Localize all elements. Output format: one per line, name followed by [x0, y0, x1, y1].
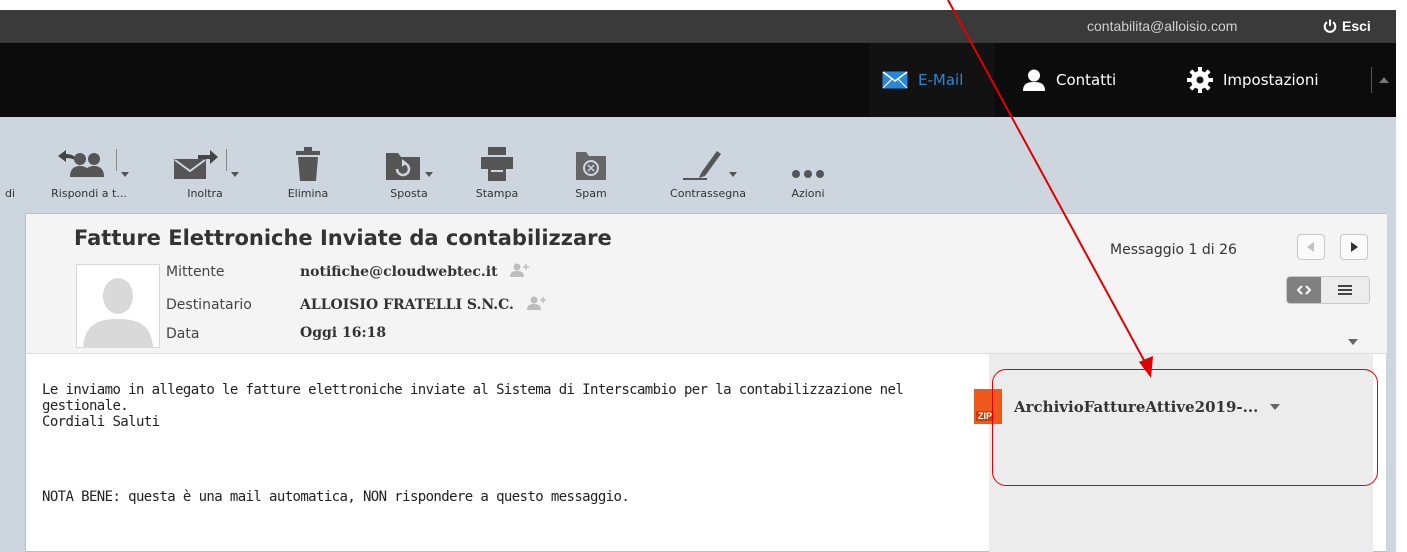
power-icon [1323, 19, 1337, 33]
reply-button-partial[interactable]: di [0, 135, 26, 205]
code-icon [1297, 285, 1311, 295]
spam-button[interactable]: Spam [560, 135, 622, 205]
expand-header-button[interactable] [1348, 339, 1358, 345]
chevron-up-icon [1379, 77, 1389, 83]
recipient-label: Destinatario [166, 297, 252, 313]
message-header: Fatture Elettroniche Inviate da contabil… [26, 214, 1387, 354]
chevron-right-icon [1351, 242, 1358, 252]
print-button[interactable]: Stampa [460, 135, 534, 205]
reply-all-button[interactable]: Rispondi a t... [30, 135, 148, 205]
forward-button[interactable]: Inoltra [158, 135, 252, 205]
tab-contacts-label: Contatti [1056, 71, 1117, 89]
flag-label: Contrassegna [670, 187, 746, 200]
forward-label: Inoltra [187, 187, 223, 200]
account-bar: contabilita@alloisio.com Esci [0, 10, 1396, 43]
move-button[interactable]: Sposta [370, 135, 448, 205]
gear-icon [1187, 67, 1213, 93]
chevron-left-icon [1307, 242, 1314, 252]
text-view-button[interactable] [1321, 277, 1369, 303]
spam-folder-icon [576, 152, 606, 180]
flag-button[interactable]: Contrassegna [650, 135, 766, 205]
tab-settings-label: Impostazioni [1223, 71, 1319, 89]
message-subject: Fatture Elettroniche Inviate da contabil… [74, 226, 612, 250]
previous-message-button[interactable] [1297, 234, 1325, 260]
annotation-highlight-box [992, 369, 1378, 486]
message-counter: Messaggio 1 di 26 [1110, 242, 1237, 258]
forward-mail-icon [173, 150, 218, 179]
date-value: Oggi 16:18 [300, 325, 387, 341]
more-icon [792, 170, 824, 178]
trash-icon [296, 147, 320, 181]
spam-label: Spam [575, 187, 607, 200]
logout-label: Esci [1342, 18, 1371, 34]
folder-move-icon [386, 153, 420, 180]
tab-email[interactable]: E-Mail [870, 43, 994, 117]
next-message-button[interactable] [1340, 234, 1368, 260]
body-line: gestionale. [42, 398, 129, 414]
body-line: Cordiali Saluti [42, 414, 160, 430]
add-contact-icon[interactable] [526, 296, 547, 314]
avatar-placeholder-icon [83, 278, 153, 347]
recipient-value[interactable]: ALLOISIO FRATELLI S.N.C. [300, 297, 514, 313]
sender-avatar [76, 264, 160, 348]
actions-label: Azioni [791, 187, 825, 200]
printer-icon [481, 147, 513, 181]
sender-row: notifiche@cloudwebtec.it [300, 263, 530, 281]
message-body: Le inviamo in allegato le fatture elettr… [42, 382, 982, 430]
sender-value[interactable]: notifiche@cloudwebtec.it [300, 264, 498, 280]
delete-button[interactable]: Elimina [273, 135, 343, 205]
delete-label: Elimina [287, 187, 329, 200]
html-view-button[interactable] [1287, 277, 1321, 303]
reply-label-partial: di [5, 187, 16, 200]
view-toggle [1286, 276, 1370, 304]
account-email: contabilita@alloisio.com [1087, 18, 1238, 34]
recipient-row: ALLOISIO FRATELLI S.N.C. [300, 296, 547, 314]
lines-icon [1338, 285, 1352, 295]
actions-button[interactable]: Azioni [784, 135, 832, 205]
tab-contacts[interactable]: Contatti [1022, 43, 1116, 117]
print-label: Stampa [475, 187, 519, 200]
envelope-icon [882, 71, 908, 89]
collapse-nav-button[interactable] [1371, 67, 1396, 93]
logout-button[interactable]: Esci [1323, 10, 1371, 43]
main-navbar: E-Mail Contatti Impostazioni [0, 43, 1396, 117]
tab-settings[interactable]: Impostazioni [1187, 43, 1319, 117]
body-line: Le inviamo in allegato le fatture elettr… [42, 382, 904, 398]
add-contact-icon[interactable] [510, 263, 530, 281]
reply-all-icon [57, 150, 104, 177]
move-label: Sposta [390, 187, 428, 200]
date-label: Data [166, 326, 200, 342]
reply-all-label: Rispondi a t... [51, 187, 127, 200]
sender-label: Mittente [166, 264, 225, 280]
body-note: NOTA BENE: questa è una mail automatica,… [42, 489, 630, 505]
pen-icon [683, 151, 721, 180]
person-icon [1022, 69, 1046, 91]
tab-email-label: E-Mail [918, 71, 964, 89]
